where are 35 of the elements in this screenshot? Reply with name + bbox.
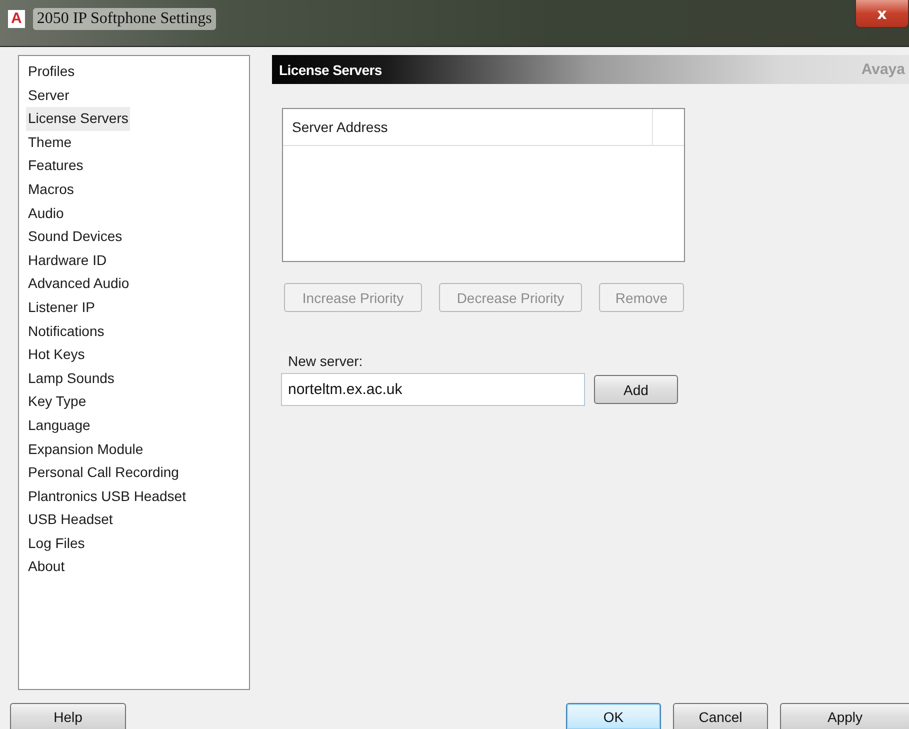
sidebar-item[interactable]: Theme bbox=[26, 130, 74, 154]
sidebar-item[interactable]: License Servers bbox=[26, 107, 130, 131]
sidebar-item[interactable]: About bbox=[26, 555, 67, 580]
field-label: New server: bbox=[288, 353, 364, 369]
sidebar-item[interactable]: Plantronics USB Headset bbox=[26, 484, 188, 508]
sidebar-item[interactable]: Features bbox=[26, 154, 86, 178]
window-title: 2050 IP Softphone Settings bbox=[32, 8, 216, 30]
sidebar-item[interactable]: Profiles bbox=[26, 60, 77, 84]
sidebar-item[interactable]: USB Headset bbox=[26, 508, 115, 532]
sidebar-item[interactable]: Sound Devices bbox=[26, 225, 124, 249]
sidebar-item[interactable]: Advanced Audio bbox=[26, 272, 132, 296]
help-button[interactable]: Help bbox=[10, 703, 126, 729]
sidebar-item[interactable]: Language bbox=[26, 414, 92, 438]
dialog-button[interactable]: Apply bbox=[780, 703, 909, 729]
sidebar-item[interactable]: Notifications bbox=[26, 320, 106, 344]
brand-label: Avaya bbox=[861, 61, 905, 78]
app-logo: A bbox=[8, 10, 25, 28]
sidebar-item[interactable]: Personal Call Recording bbox=[26, 461, 181, 485]
add-button[interactable]: Add bbox=[594, 375, 678, 404]
sidebar-item[interactable]: Hardware ID bbox=[26, 248, 109, 272]
dialog-button[interactable]: OK bbox=[566, 703, 661, 729]
sidebar-item[interactable]: Lamp Sounds bbox=[26, 366, 116, 390]
sidebar-item[interactable]: Audio bbox=[26, 202, 66, 226]
close-button[interactable]: x bbox=[855, 0, 909, 28]
sidebar-item[interactable]: Listener IP bbox=[26, 296, 97, 320]
column-header[interactable]: Server Address bbox=[283, 109, 653, 145]
panel-title: License Servers bbox=[279, 62, 382, 78]
server-input-field[interactable]: norteltm.ex.ac.uk bbox=[281, 373, 585, 406]
sidebar-item[interactable]: Macros bbox=[26, 178, 76, 202]
sidebar-item[interactable]: Key Type bbox=[26, 390, 88, 414]
sidebar-item[interactable]: Log Files bbox=[26, 532, 87, 556]
sidebar-item[interactable]: Server bbox=[26, 84, 72, 108]
sidebar-item[interactable]: Expansion Module bbox=[26, 438, 146, 462]
dialog-button[interactable]: Cancel bbox=[673, 703, 768, 729]
sidebar-item[interactable]: Hot Keys bbox=[26, 343, 87, 367]
